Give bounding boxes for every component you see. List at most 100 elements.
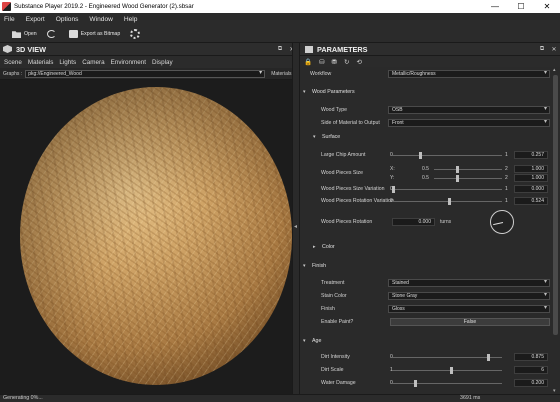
tab-materials[interactable]: Materials: [28, 59, 54, 66]
water-damage-value[interactable]: 0.200: [514, 379, 548, 387]
random-icon[interactable]: ↻: [344, 58, 349, 66]
chip-amount-slider[interactable]: [392, 152, 502, 159]
minimize-button[interactable]: —: [482, 0, 508, 13]
save-preset-icon[interactable]: ⛃: [332, 58, 337, 66]
app-logo-icon: [2, 2, 11, 11]
graph-dropdown[interactable]: pkg://Engineered_Wood: [25, 69, 266, 78]
slider-knob[interactable]: [487, 354, 490, 361]
gear-icon: [130, 29, 141, 39]
section-surface[interactable]: ▾ Surface: [300, 132, 552, 143]
section-label: Age: [312, 338, 322, 344]
rotation-dial[interactable]: [490, 210, 514, 234]
close-button[interactable]: ✕: [534, 0, 560, 13]
lock-icon[interactable]: 🔒: [304, 58, 312, 66]
chip-amount-value[interactable]: 0.257: [514, 151, 548, 159]
menu-window[interactable]: Window: [89, 16, 112, 23]
rot-variation-label: Wood Pieces Rotation Variation: [321, 198, 394, 204]
export-bitmap-button[interactable]: Export as Bitmap: [68, 30, 121, 38]
rot-variation-slider[interactable]: [392, 198, 502, 205]
menu-help[interactable]: Help: [124, 16, 138, 23]
pieces-size-y-value[interactable]: 1.000: [514, 174, 548, 182]
finish-dropdown[interactable]: Gloss: [388, 305, 550, 313]
section-age[interactable]: ▾ Age: [300, 336, 552, 347]
slider-knob[interactable]: [419, 152, 422, 159]
parameters-header: PARAMETERS ⧉ ✕: [300, 43, 560, 56]
scroll-thumb[interactable]: [553, 75, 558, 335]
rotation-value[interactable]: 0.000: [392, 218, 435, 226]
panel-float-button[interactable]: ⧉: [274, 46, 286, 53]
slider-knob[interactable]: [456, 175, 459, 182]
menu-bar: File Export Options Window Help: [0, 13, 560, 26]
size-variation-value[interactable]: 0.000: [514, 185, 548, 193]
enable-paint-label: Enable Paint?: [321, 319, 354, 325]
size-variation-slider[interactable]: [392, 186, 502, 193]
slider-knob[interactable]: [450, 367, 453, 374]
dirt-scale-value[interactable]: 6: [514, 366, 548, 374]
reset-icon[interactable]: ⟲: [356, 58, 361, 66]
3d-viewport[interactable]: [0, 80, 292, 394]
chip-amount-row: Large Chip Amount 0 1 0.257: [300, 150, 552, 160]
slider-knob[interactable]: [392, 186, 395, 193]
tab-scene[interactable]: Scene: [4, 59, 22, 66]
cube-icon: [3, 45, 12, 53]
preset-icon[interactable]: ⛁: [319, 58, 324, 66]
tab-lights[interactable]: Lights: [59, 59, 76, 66]
section-finish[interactable]: ▾ Finish: [300, 261, 552, 272]
dirt-scale-slider[interactable]: [392, 367, 502, 374]
expand-arrow-icon: ▾: [303, 338, 306, 344]
slider-max: 1: [505, 186, 508, 192]
parameters-scrollbar[interactable]: ▴ ▾: [552, 67, 560, 394]
refresh-button[interactable]: [46, 30, 59, 38]
settings-button[interactable]: [130, 29, 143, 39]
section-color[interactable]: ▸ Color: [300, 242, 552, 253]
refresh-icon: [46, 30, 56, 38]
stain-label: Stain Color: [321, 293, 347, 299]
slider-knob[interactable]: [414, 380, 417, 387]
slider-knob[interactable]: [456, 166, 459, 173]
menu-options[interactable]: Options: [56, 16, 79, 23]
materials-label[interactable]: Materials: [271, 71, 291, 77]
section-label: Wood Parameters: [312, 89, 355, 95]
side-row: Side of Material to Output Front: [300, 118, 552, 128]
maximize-button[interactable]: ☐: [508, 0, 534, 13]
pieces-size-x-value[interactable]: 1.000: [514, 165, 548, 173]
dial-hand: [493, 222, 504, 226]
workflow-dropdown[interactable]: Metallic/Roughness: [388, 70, 550, 78]
tab-camera[interactable]: Camera: [82, 59, 104, 66]
treatment-dropdown[interactable]: Stained: [388, 279, 550, 287]
stain-dropdown[interactable]: Stone Gray: [388, 292, 550, 300]
side-dropdown[interactable]: Front: [388, 119, 550, 127]
water-damage-slider[interactable]: [392, 380, 502, 387]
panel-splitter[interactable]: ◂: [292, 43, 300, 394]
dirt-intensity-label: Dirt Intensity: [321, 354, 350, 360]
parameters-title: PARAMETERS: [317, 44, 368, 54]
pieces-size-x-slider[interactable]: [434, 166, 502, 173]
scroll-up-icon[interactable]: ▴: [553, 67, 556, 73]
params-float-button[interactable]: ⧉: [536, 46, 548, 53]
export-bitmap-label: Export as Bitmap: [80, 31, 121, 37]
menu-export[interactable]: Export: [26, 16, 45, 23]
slider-knob[interactable]: [448, 198, 451, 205]
pieces-size-y-row: Y: 0.5 2 1.000: [300, 173, 552, 183]
rot-variation-value[interactable]: 0.524: [514, 197, 548, 205]
open-button[interactable]: Open: [12, 30, 37, 38]
dirt-intensity-value[interactable]: 0.875: [514, 353, 548, 361]
expand-arrow-icon: ▾: [313, 134, 316, 140]
collapse-arrow-icon[interactable]: ◂: [294, 223, 297, 230]
pieces-size-y-slider[interactable]: [434, 175, 502, 182]
tab-display[interactable]: Display: [152, 59, 173, 66]
wood-type-dropdown[interactable]: OSB: [388, 106, 550, 114]
menu-file[interactable]: File: [4, 16, 15, 23]
camera-icon: [68, 30, 78, 38]
slider-max: 2: [505, 175, 508, 181]
enable-paint-toggle[interactable]: False: [390, 318, 550, 326]
tab-environment[interactable]: Environment: [111, 59, 146, 66]
open-label: Open: [24, 31, 37, 37]
params-close-button[interactable]: ✕: [548, 46, 560, 53]
water-damage-label: Water Damage: [321, 380, 356, 386]
water-damage-row: Water Damage 0 0.200: [300, 378, 552, 388]
section-wood-parameters[interactable]: ▾ Wood Parameters: [300, 87, 552, 98]
slider-min: 0.5: [422, 175, 429, 181]
dirt-intensity-slider[interactable]: [392, 354, 502, 361]
section-label: Finish: [312, 263, 327, 269]
